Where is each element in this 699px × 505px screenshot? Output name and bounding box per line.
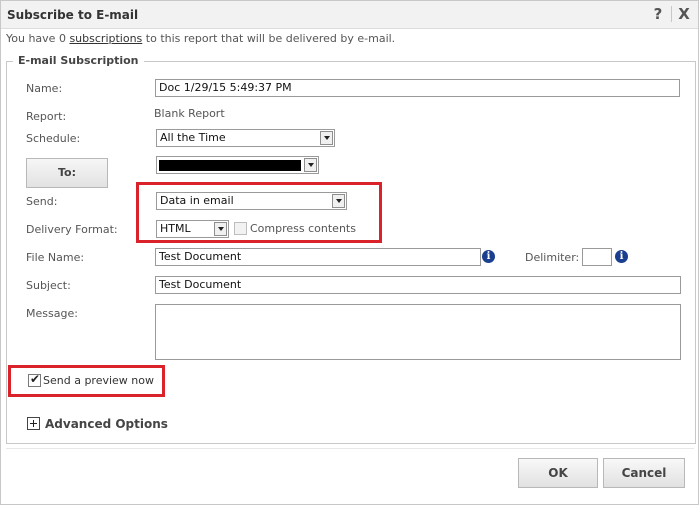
subscription-info: You have 0 subscriptions to this report … [6, 32, 395, 45]
subscribe-email-dialog: Subscribe to E-mail ? X You have 0 subsc… [0, 0, 699, 505]
subscription-info-prefix: You have 0 [6, 32, 70, 45]
delivery-format-label: Delivery Format: [26, 223, 118, 236]
title-separator [671, 6, 672, 22]
delimiter-label: Delimiter: [525, 251, 580, 264]
footer-divider [6, 448, 694, 449]
schedule-select-value: All the Time [160, 131, 226, 144]
subscription-info-suffix: to this report that will be delivered by… [142, 32, 396, 45]
highlight-send-format [136, 182, 382, 243]
expand-plus-icon[interactable] [27, 417, 40, 430]
close-button[interactable]: X [675, 5, 693, 23]
title-bar: Subscribe to E-mail ? X [1, 1, 698, 29]
delimiter-input[interactable] [582, 248, 612, 266]
subject-label: Subject: [26, 279, 71, 292]
report-value: Blank Report [154, 107, 225, 120]
file-name-input[interactable]: Test Document [155, 248, 481, 266]
schedule-label: Schedule: [26, 132, 81, 145]
schedule-select[interactable]: All the Time [156, 129, 335, 147]
redacted-recipient [159, 160, 301, 171]
send-label: Send: [26, 195, 58, 208]
message-label: Message: [26, 307, 78, 320]
recipient-select[interactable] [156, 156, 319, 174]
subject-input[interactable]: Test Document [155, 276, 681, 294]
cancel-button[interactable]: Cancel [603, 458, 685, 488]
advanced-options-toggle[interactable]: Advanced Options [45, 417, 168, 431]
help-button[interactable]: ? [649, 5, 667, 23]
delimiter-info-icon[interactable]: i [615, 250, 628, 263]
name-input[interactable]: Doc 1/29/15 5:49:37 PM [155, 79, 680, 97]
file-name-label: File Name: [26, 251, 85, 264]
report-label: Report: [26, 110, 67, 123]
section-legend: E-mail Subscription [13, 54, 144, 67]
dialog-title: Subscribe to E-mail [7, 8, 139, 22]
name-label: Name: [26, 82, 63, 95]
to-button[interactable]: To: [26, 158, 108, 188]
subscriptions-link[interactable]: subscriptions [69, 32, 142, 45]
highlight-send-preview [8, 365, 165, 397]
file-name-info-icon[interactable]: i [482, 250, 495, 263]
chevron-down-icon [320, 131, 333, 145]
ok-button[interactable]: OK [518, 458, 598, 488]
chevron-down-icon [304, 158, 317, 172]
message-textarea[interactable] [155, 304, 681, 360]
